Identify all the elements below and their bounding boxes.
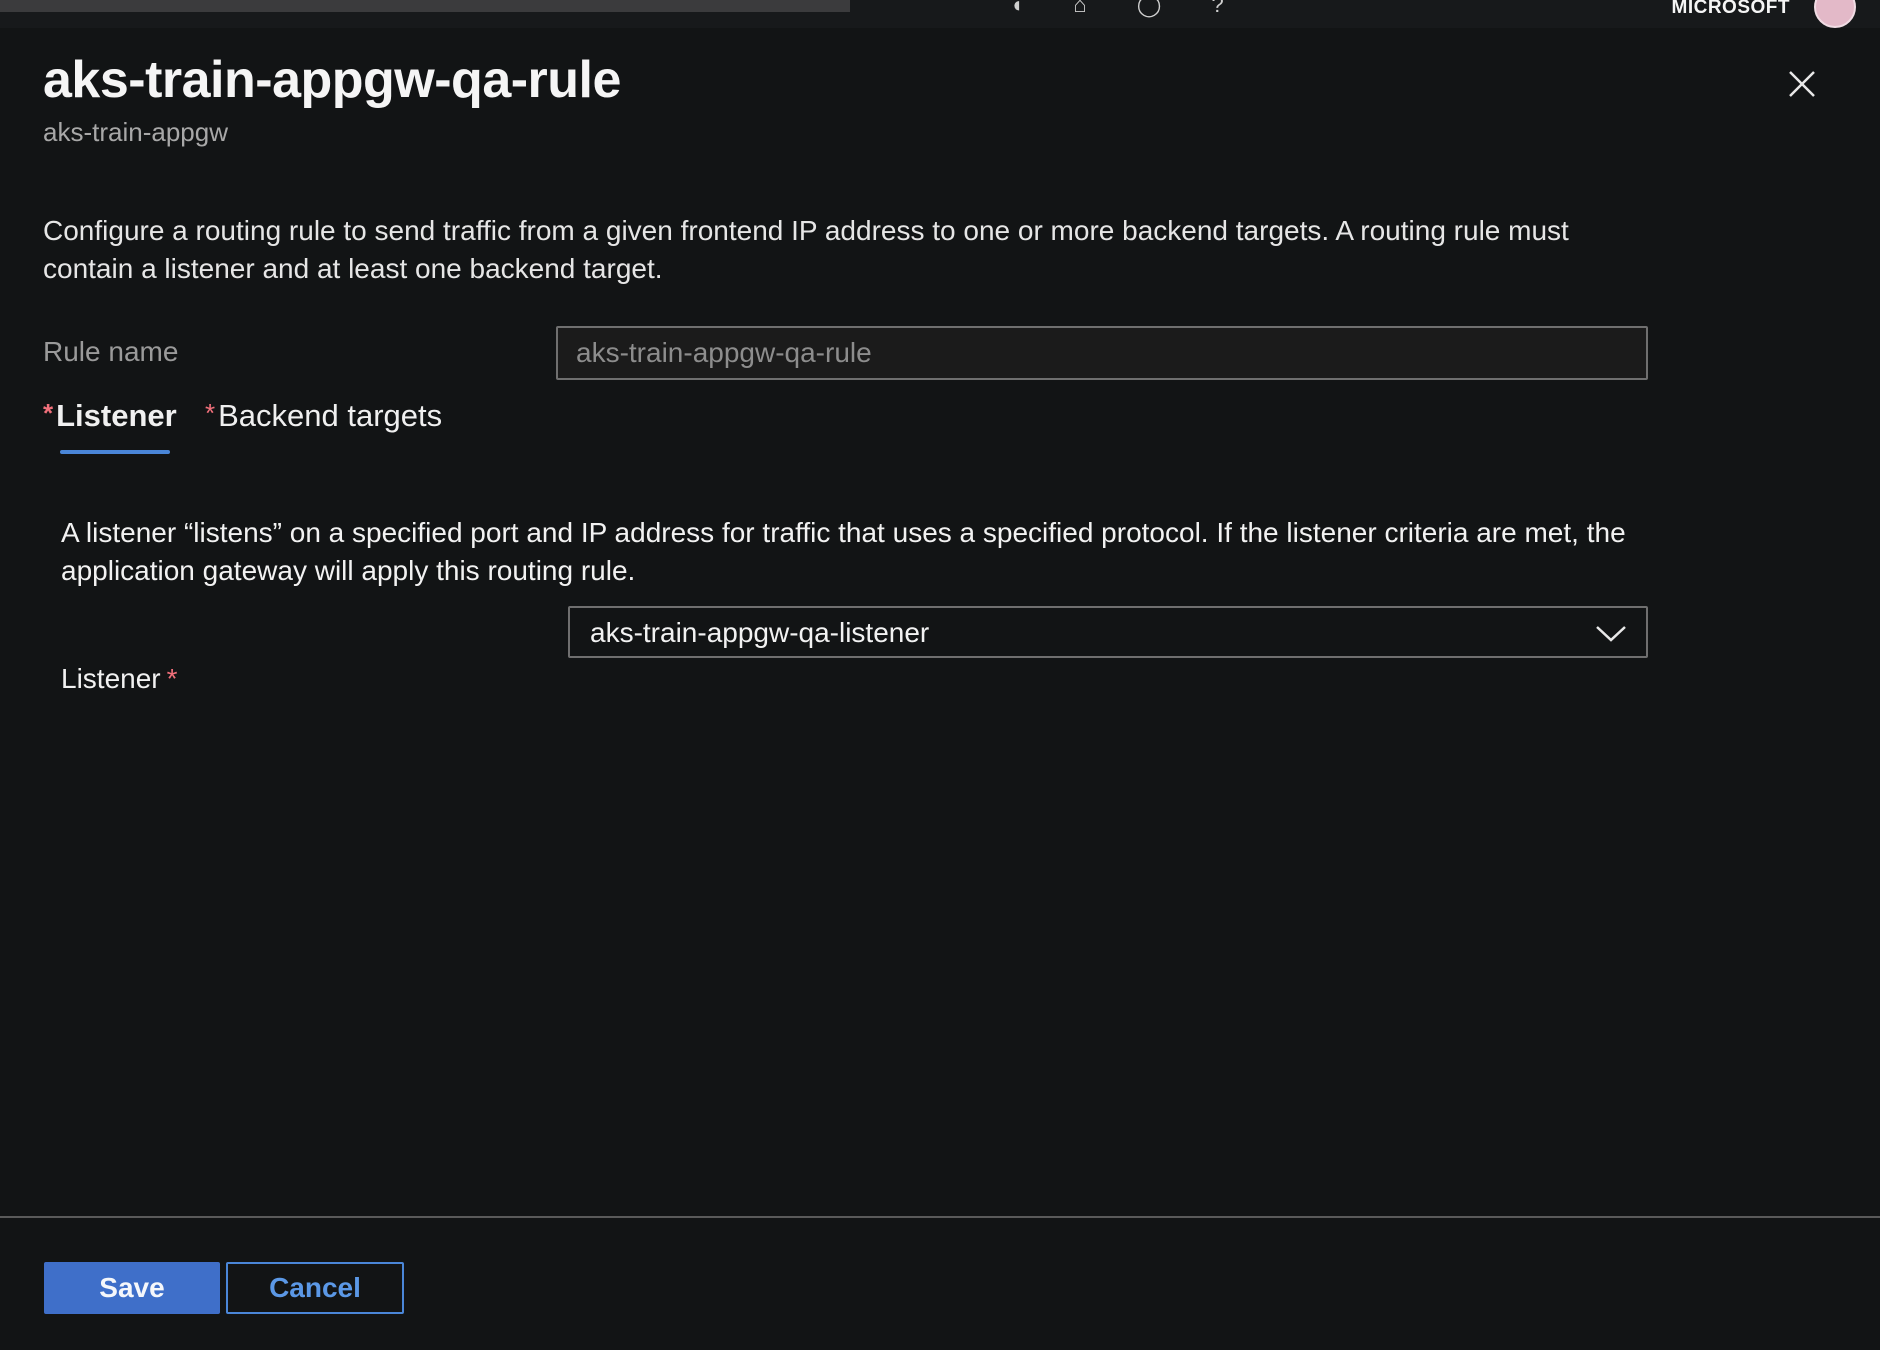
listener-description: A listener “listens” on a specified port… (61, 517, 1626, 586)
cancel-button[interactable]: Cancel (226, 1262, 404, 1314)
rule-tabs: *Listener *Backend targets (43, 398, 643, 458)
tab-backend-label: Backend targets (218, 398, 443, 433)
close-icon (1789, 71, 1815, 97)
listener-selected-value: aks-train-appgw-qa-listener (590, 617, 930, 648)
tab-backend-targets[interactable]: *Backend targets (205, 398, 442, 458)
listener-label-text: Listener (61, 663, 161, 694)
portal-top-bar: ◖ ⌂ ◯ ? MICROSOFT (0, 0, 1880, 28)
required-star: * (205, 398, 216, 428)
listener-label: Listener * (61, 663, 178, 695)
global-search-bar[interactable] (0, 0, 850, 12)
page-title: aks-train-appgw-qa-rule (43, 51, 621, 109)
rule-name-label: Rule name (43, 336, 179, 367)
active-tab-indicator (60, 450, 170, 454)
tab-listener[interactable]: *Listener (43, 398, 177, 458)
save-button[interactable]: Save (44, 1262, 220, 1314)
top-bar-icons[interactable]: ◖ ⌂ ◯ ? (1010, 0, 1246, 18)
avatar[interactable] (1814, 0, 1856, 28)
close-button[interactable] (1782, 64, 1822, 104)
required-star: * (166, 663, 178, 694)
listener-dropdown[interactable]: aks-train-appgw-qa-listener (568, 606, 1648, 658)
chevron-down-icon (1596, 626, 1626, 642)
tenant-label[interactable]: MICROSOFT (1672, 0, 1791, 17)
tab-listener-label: Listener (56, 398, 177, 433)
footer-divider (0, 1216, 1880, 1218)
rule-description: Configure a routing rule to send traffic… (43, 215, 1569, 284)
required-star: * (43, 398, 54, 428)
routing-rule-panel: aks-train-appgw-qa-rule aks-train-appgw … (0, 28, 1880, 1350)
rule-name-input[interactable] (556, 326, 1648, 380)
page-subtitle: aks-train-appgw (43, 117, 228, 147)
